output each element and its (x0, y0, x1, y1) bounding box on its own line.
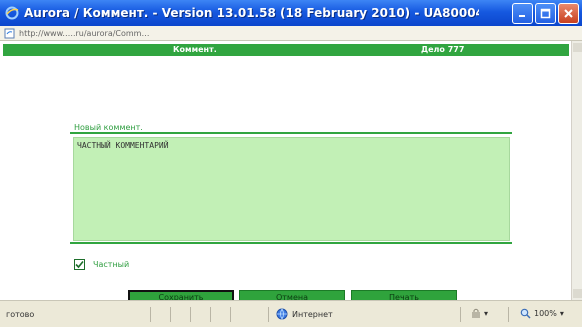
maximize-icon (540, 8, 551, 19)
checkmark-icon (75, 260, 84, 269)
status-separator (190, 307, 191, 322)
lock-icon (472, 308, 480, 318)
status-separator (150, 307, 151, 322)
vertical-scrollbar[interactable] (571, 41, 582, 300)
status-bar: готово Интернет ▾ 100% ▾ (0, 300, 582, 327)
protected-mode[interactable]: ▾ (470, 308, 488, 318)
status-separator (170, 307, 171, 322)
window-controls (512, 3, 579, 24)
page-content: Коммент. Дело 777 Новый коммент. ЧАСТНЫЙ… (0, 41, 571, 305)
minimize-button[interactable] (512, 3, 533, 24)
divider-top (70, 132, 512, 134)
globe-icon (276, 308, 288, 320)
address-bar[interactable]: http://www.….ru/aurora/Comm… (0, 26, 582, 41)
window-titlebar[interactable]: Aurora / Коммент. - Version 13.01.58 (18… (0, 0, 582, 26)
scroll-down-icon[interactable] (573, 289, 582, 298)
private-checkbox[interactable] (74, 259, 85, 270)
status-separator (210, 307, 211, 322)
close-icon (564, 9, 573, 18)
address-url: http://www.….ru/aurora/Comm… (19, 28, 150, 38)
comment-textarea[interactable]: ЧАСТНЫЙ КОММЕНТАРИЙ (73, 137, 510, 241)
close-button[interactable] (558, 3, 579, 24)
zoom-control[interactable]: 100% ▾ (520, 308, 564, 319)
header-strip: Коммент. Дело 777 (3, 44, 569, 56)
status-text: готово (6, 310, 35, 319)
zone-label: Интернет (292, 309, 333, 319)
private-option: Частный (74, 259, 129, 270)
status-separator (508, 307, 509, 322)
security-zone: Интернет (276, 308, 333, 320)
status-separator (230, 307, 231, 322)
page-icon (4, 28, 15, 38)
maximize-button[interactable] (535, 3, 556, 24)
private-label: Частный (93, 260, 130, 269)
chevron-down-icon: ▾ (484, 308, 489, 318)
ie-logo-icon (4, 5, 20, 21)
window-title: Aurora / Коммент. - Version 13.01.58 (18… (24, 6, 479, 20)
minimize-icon (519, 15, 525, 17)
divider-bottom (70, 242, 512, 244)
scroll-up-icon[interactable] (573, 43, 582, 52)
zoom-level: 100% (534, 309, 557, 318)
magnifier-icon (520, 308, 531, 319)
chevron-down-icon: ▾ (559, 309, 564, 318)
status-separator (268, 307, 269, 322)
new-comment-label: Новый коммент. (74, 123, 143, 132)
status-separator (460, 307, 461, 322)
case-label: Дело 777 (421, 45, 465, 54)
header-title: Коммент. (173, 45, 217, 54)
